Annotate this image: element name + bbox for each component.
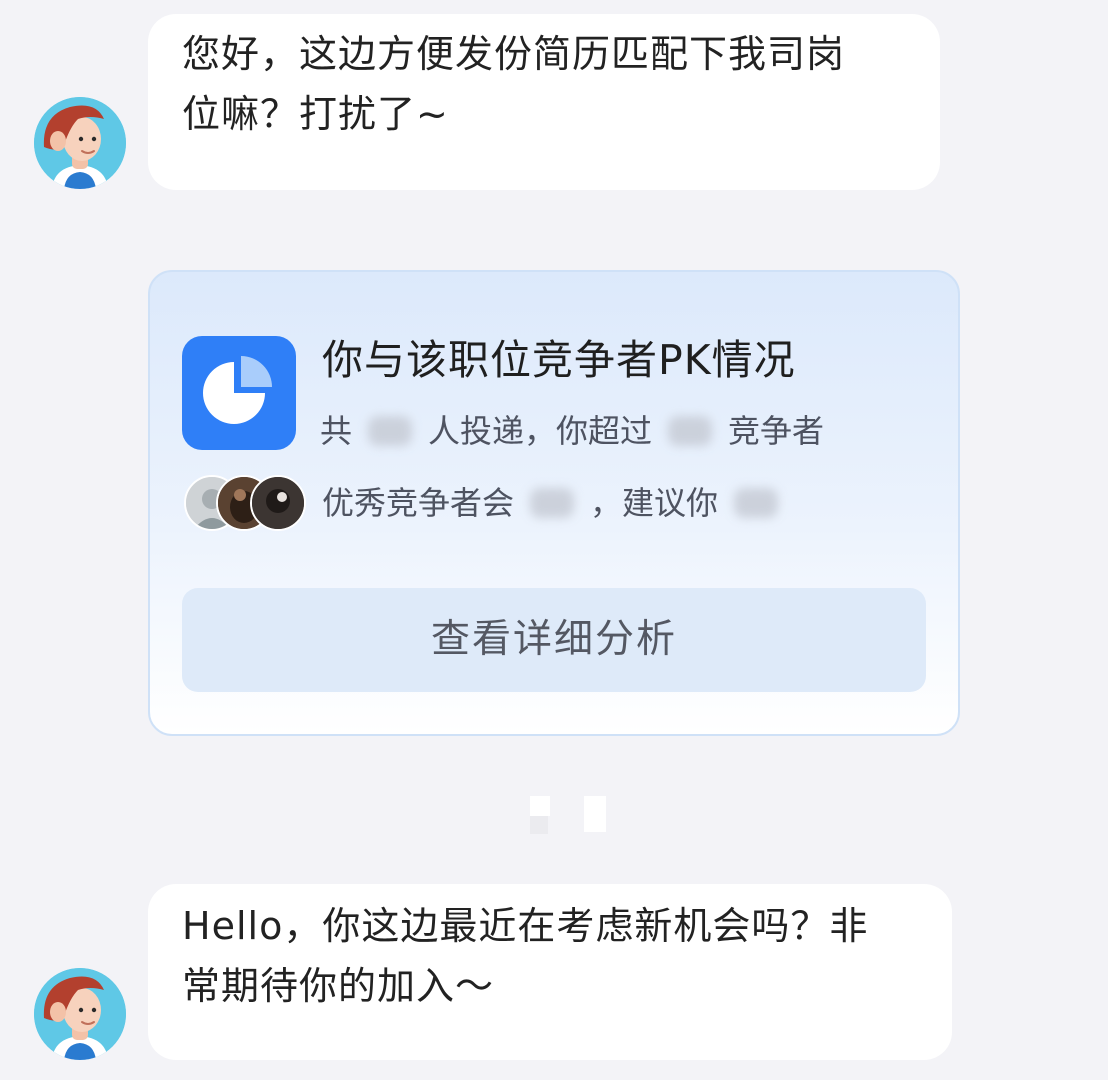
stats-mid: 人投递，你超过: [428, 412, 653, 450]
blurred-advice: [734, 488, 779, 518]
stats-suffix: 竞争者: [728, 412, 825, 450]
chat-message-bubble: 您好，这边方便发份简历匹配下我司岗 位嘛？打扰了~: [148, 14, 940, 190]
message-line: 常期待你的加入～: [182, 964, 495, 1008]
pie-chart-icon: [182, 336, 296, 450]
message-line: 位嘛？打扰了~: [182, 92, 449, 136]
competitor-advice: 优秀竞争者会 ，建议你: [322, 480, 794, 526]
person-avatar-icon: [34, 968, 126, 1060]
blurred-skill: [530, 488, 575, 518]
loading-indicator: [528, 794, 608, 834]
person-avatar-icon: [34, 97, 126, 189]
stats-prefix: 共: [320, 412, 353, 450]
competitor-avatar: [250, 475, 306, 531]
advice-mid: ，建议你: [590, 484, 719, 522]
message-line: 您好，这边方便发份简历匹配下我司岗: [182, 32, 846, 76]
recruiter-avatar[interactable]: [34, 97, 126, 189]
card-title: 你与该职位竞争者PK情况: [322, 336, 796, 384]
chat-message-bubble: Hello，你这边最近在考虑新机会吗？非 常期待你的加入～: [148, 884, 952, 1060]
advice-prefix: 优秀竞争者会: [322, 484, 515, 522]
applicant-stats: 共 人投递，你超过 竞争者: [320, 408, 824, 454]
blurred-percent: [668, 416, 713, 446]
message-line: Hello，你这边最近在考虑新机会吗？非: [182, 904, 869, 948]
competitor-pk-card[interactable]: 你与该职位竞争者PK情况 共 人投递，你超过 竞争者 优秀竞争者会 ，建议你 查…: [148, 270, 960, 736]
recruiter-avatar[interactable]: [34, 968, 126, 1060]
view-analysis-button[interactable]: 查看详细分析: [182, 588, 926, 692]
blurred-count: [368, 416, 413, 446]
competitor-avatars: [184, 475, 308, 531]
